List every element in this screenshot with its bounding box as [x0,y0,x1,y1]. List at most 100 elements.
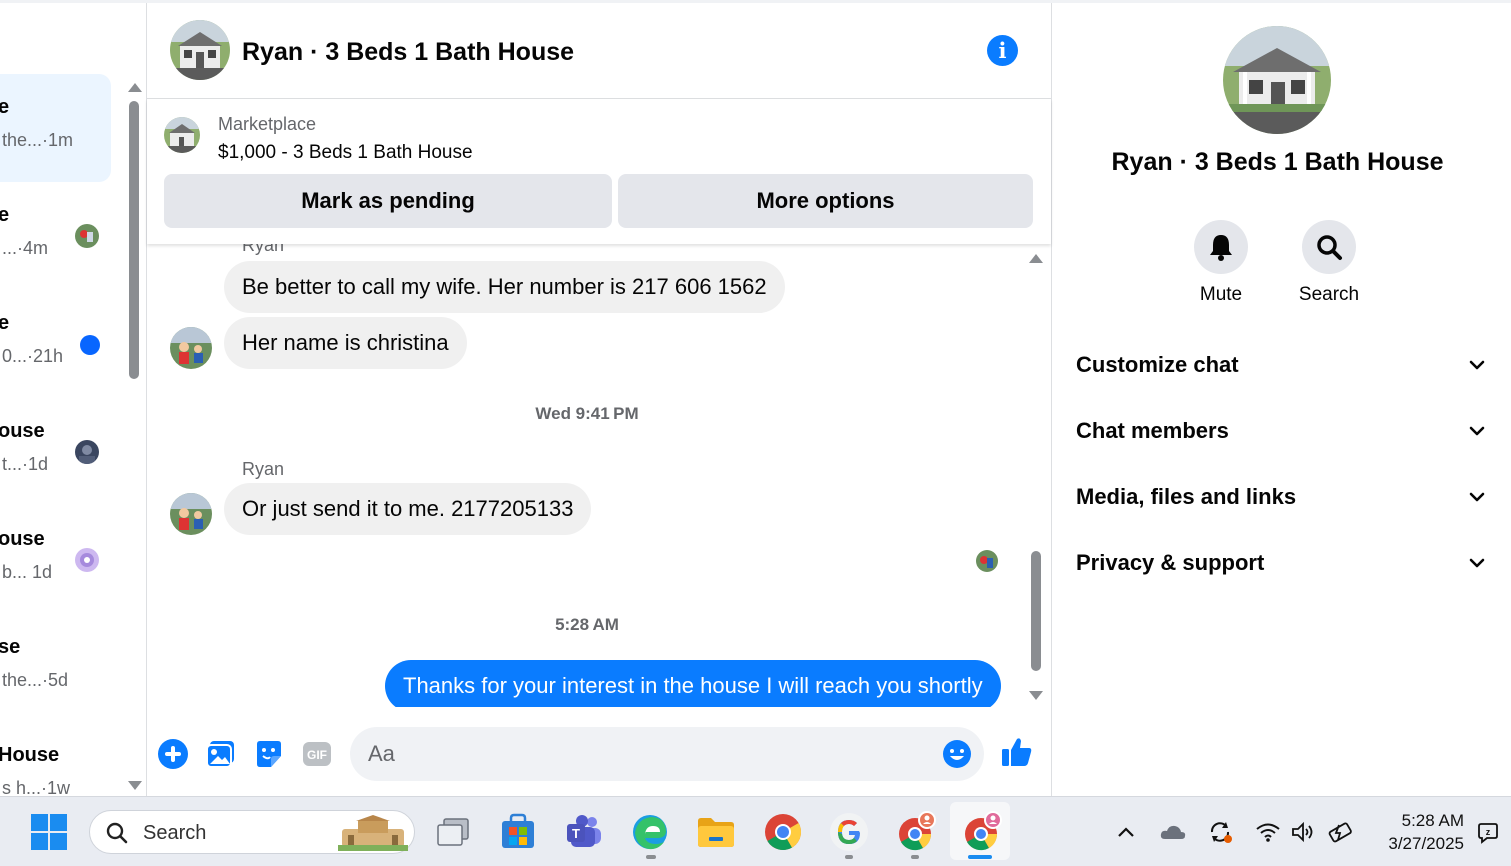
plus-icon[interactable] [157,738,189,770]
mute-label: Mute [1199,284,1243,305]
read-receipt-avatar [75,548,99,572]
running-indicator [911,855,919,859]
conversation-preview: the...·5d [2,670,68,691]
incoming-message[interactable]: Her name is christina [224,317,467,369]
google-icon[interactable] [828,811,870,853]
conversation-item[interactable]: House s h...·1w [0,722,124,796]
start-icon[interactable] [28,811,70,853]
listing-title[interactable]: $1,000 - 3 Beds 1 Bath House [218,142,473,164]
scrollbar-thumb[interactable] [129,101,139,379]
conversation-scrollbar[interactable] [124,78,146,796]
chevron-down-icon [1468,488,1486,506]
scroll-up-arrow[interactable] [128,83,142,92]
task-view-icon[interactable] [432,811,474,853]
microsoft-store-icon[interactable] [497,811,539,853]
search-placeholder: Search [143,822,207,844]
chat-header: Ryan · 3 Beds 1 Bath House i [147,3,1051,99]
preview-time: ·4m [17,238,49,258]
conversation-item[interactable]: ouse b... 1d [0,506,124,614]
media-files-links-row[interactable]: Media, files and links [1076,472,1486,522]
gif-icon[interactable]: GIF [301,738,333,770]
read-receipt-avatar [75,440,99,464]
search-icon[interactable] [1302,220,1356,274]
chevron-up-icon[interactable] [1113,820,1139,844]
notification-icon[interactable]: z [1475,820,1501,844]
chevron-down-icon [1468,356,1486,374]
chat-avatar[interactable] [170,20,230,80]
preview-text: ... [2,238,18,258]
svg-text:GIF: GIF [307,748,327,762]
conversation-item[interactable]: e ...·4m [0,182,124,290]
mute-button[interactable]: Mute [1171,220,1271,306]
message-input[interactable] [368,727,928,781]
incoming-message[interactable]: Or just send it to me. 2177205133 [224,483,592,535]
conversation-name: se [0,636,21,658]
clock-date: 3/27/2025 [1388,834,1464,853]
teams-icon[interactable]: T [563,811,605,853]
onedrive-icon[interactable] [1159,820,1186,844]
bell-icon[interactable] [1194,220,1248,274]
battery-icon[interactable] [1327,820,1353,844]
emoji-icon[interactable] [942,739,972,769]
incoming-message[interactable]: Be better to call my wife. Her number is… [224,261,785,313]
section-label: Media, files and links [1076,484,1297,509]
taskbar-search[interactable]: Search [89,810,415,854]
running-indicator [845,855,853,859]
wifi-icon[interactable] [1255,820,1281,844]
scroll-down-arrow[interactable] [1029,691,1043,700]
conversation-name: ouse [0,528,45,550]
info-icon[interactable]: i [987,35,1018,66]
preview-text: 0... [2,346,28,366]
svg-text:z: z [1486,827,1491,837]
outgoing-message[interactable]: Thanks for your interest in the house I … [385,660,1001,707]
search-button[interactable]: Search [1279,220,1379,306]
conversation-preview: 0...·21h [2,346,63,367]
conversation-item[interactable]: se the...·5d [0,614,124,722]
chrome-icon[interactable] [762,811,804,853]
running-indicator [646,855,656,859]
scroll-up-arrow[interactable] [1029,254,1043,263]
search-label: Search [1298,284,1360,305]
listing-thumbnail[interactable] [164,117,200,153]
thumbs-up-icon[interactable] [1000,735,1032,767]
chrome-profile-icon[interactable] [894,811,936,853]
sender-avatar[interactable] [170,493,212,535]
conversation-item[interactable]: ouse t...·1d [0,398,124,506]
active-indicator [968,855,992,859]
details-panel: Ryan · 3 Beds 1 Bath House Mute Search C… [1052,3,1511,796]
photo-icon[interactable] [205,738,237,770]
conversation-name: House [0,744,60,766]
messenger-window: e the...·1m e ...·4m e 0...·21h ouse t..… [0,0,1511,866]
edge-icon[interactable] [629,811,671,853]
sync-icon[interactable] [1207,820,1233,844]
privacy-support-row[interactable]: Privacy & support [1076,538,1486,588]
section-label: Customize chat [1076,352,1239,377]
mark-as-pending-button[interactable]: Mark as pending [164,174,612,228]
scroll-down-arrow[interactable] [128,781,142,790]
chrome-profile-active-icon[interactable] [960,811,1002,853]
sender-avatar[interactable] [170,327,212,369]
timestamp: 5:28 AM [555,615,619,634]
chat-title: Ryan · 3 Beds 1 Bath House [242,38,575,66]
sticker-icon[interactable] [253,738,285,770]
preview-time: ·5d [42,670,69,690]
preview-time: ·21h [27,346,64,366]
chat-members-row[interactable]: Chat members [1076,406,1486,456]
volume-icon[interactable] [1290,820,1316,844]
marketplace-banner: Marketplace $1,000 - 3 Beds 1 Bath House… [147,99,1051,244]
conversation-preview: s h...·1w [2,778,70,796]
conversation-item[interactable]: e the...·1m [0,74,111,182]
file-explorer-icon[interactable] [695,811,737,853]
contact-avatar[interactable] [1223,26,1331,134]
message-sender: Ryan [242,459,285,479]
customize-chat-row[interactable]: Customize chat [1076,340,1486,390]
system-clock[interactable]: 5:28 AM 3/27/2025 [1372,809,1464,855]
search-highlight-icon [338,815,408,856]
unread-indicator [80,335,100,355]
preview-time: ·1w [41,778,71,796]
conversation-name: ouse [0,420,45,442]
conversation-item[interactable]: e 0...·21h [0,290,124,398]
more-options-button[interactable]: More options [618,174,1033,228]
scrollbar-thumb[interactable] [1031,551,1041,671]
chat-scrollbar[interactable] [1025,249,1047,707]
